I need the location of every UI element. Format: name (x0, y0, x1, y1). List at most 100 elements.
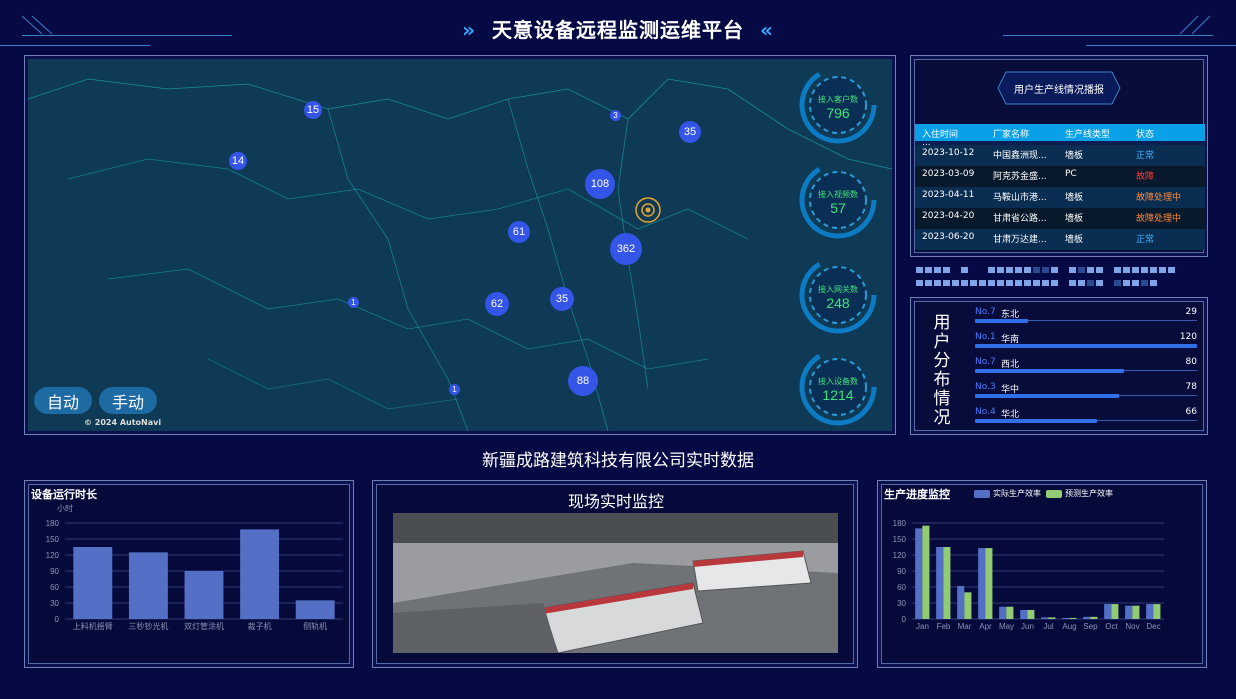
table-row[interactable]: 2023-04-20 甘肃省公路... 墙板 故障处理中 (915, 208, 1205, 229)
map-cluster[interactable]: 61 (508, 221, 530, 243)
rank-label: No.1 (975, 332, 996, 342)
x-tick-label: Sep (1083, 622, 1098, 631)
y-tick-label: 180 (893, 519, 907, 528)
header-deco-left-2 (0, 45, 150, 46)
progress-bar (975, 394, 1120, 398)
pixel-block (1024, 267, 1031, 273)
progress-bar (975, 419, 1098, 423)
bar (922, 525, 930, 619)
pixel-block (916, 267, 923, 273)
table-row[interactable]: 2023-06-20 甘肃万达建... 墙板 正常 (915, 229, 1205, 250)
bar (936, 547, 944, 619)
map-borders (28, 78, 892, 431)
map-cluster[interactable]: 3 (610, 110, 621, 121)
map-copyright: © 2024 AutoNavi (84, 418, 162, 427)
progress-bar (975, 319, 1029, 323)
pixel-block (1150, 280, 1157, 286)
col-type: 生产线类型 (1065, 130, 1111, 140)
pixel-block (1168, 267, 1175, 273)
y-tick-label: 90 (897, 567, 906, 576)
pixel-block (952, 280, 959, 286)
region-value: 29 (1185, 307, 1197, 317)
live-video[interactable] (393, 513, 838, 653)
y-tick-label: 150 (893, 535, 907, 544)
bar (1041, 617, 1049, 619)
x-tick-label: Aug (1062, 622, 1076, 631)
bar (1069, 617, 1077, 619)
pixel-block (1141, 280, 1148, 286)
pixel-block (1006, 280, 1013, 286)
map-cluster[interactable]: 108 (585, 169, 615, 199)
distribution-title: 用户分布情况 (933, 313, 951, 428)
map-cluster[interactable]: 1 (449, 384, 460, 395)
production-bar-chart: 0 30 60 90 120 150 180 Jan Feb Mar Apr May Jun Jul Aug… (893, 519, 1164, 631)
row-date: 2023-04-20 (922, 211, 975, 221)
x-tick-label: Nov (1125, 622, 1139, 631)
map-cluster[interactable]: 1 (348, 297, 359, 308)
col-vendor: 厂家名称 (993, 130, 1030, 140)
map-cluster[interactable]: 15 (304, 101, 322, 119)
row-status: 正常 (1136, 151, 1155, 161)
map-cluster[interactable]: 35 (679, 121, 701, 143)
col-status: 状态 (1136, 130, 1155, 140)
row-type: 墙板 (1065, 193, 1084, 203)
pixel-block (1051, 267, 1058, 273)
bar (1083, 616, 1091, 619)
chevron-right-icon: » (462, 18, 476, 42)
auto-button[interactable]: 自动 (34, 387, 92, 414)
dashboard: » 天意设备远程监测运维平台 « 15 3 35 14 108 61 362 1 6… (0, 0, 1236, 699)
region-value: 78 (1185, 382, 1197, 392)
list-item: No.7 东北 29 (975, 307, 1197, 332)
x-tick-label: Apr (979, 622, 992, 631)
y-tick-label: 30 (897, 599, 906, 608)
x-tick-label: 双灯管涂机 (184, 621, 224, 631)
region-value: 66 (1185, 407, 1197, 417)
pixel-block (1132, 280, 1139, 286)
map-cluster[interactable]: 62 (485, 292, 509, 316)
table-row[interactable]: 2023-10-12 中国鑫洲现... 墙板 正常 (915, 145, 1205, 166)
row-vendor: 马鞍山市港... (993, 193, 1047, 203)
y-tick-label: 120 (893, 551, 907, 560)
pixel-block (1096, 267, 1103, 273)
pixel-block (1087, 280, 1094, 286)
bar (1153, 604, 1161, 619)
pixel-block (1042, 280, 1049, 286)
map-cluster[interactable]: 35 (550, 287, 574, 311)
bar (73, 547, 113, 619)
row-vendor: 甘肃万达建... (993, 235, 1047, 245)
rank-label: No.3 (975, 382, 996, 392)
manual-button[interactable]: 手动 (99, 387, 157, 414)
pixel-block (997, 267, 1004, 273)
bar (1090, 616, 1098, 619)
pixel-block (961, 280, 968, 286)
list-item: No.7 西北 80 (975, 357, 1197, 382)
user-distribution-panel: 用户分布情况 No.7 东北 29 No.1 华南 120 No.7 西北 80… (910, 297, 1208, 435)
table-row[interactable]: 2023-03-09 阿克苏金盛... PC 故障 (915, 166, 1205, 187)
y-tick-label: 0 (902, 615, 907, 624)
map-cluster[interactable]: 88 (568, 366, 598, 396)
x-tick-label: Oct (1105, 622, 1118, 631)
china-map[interactable]: 15 3 35 14 108 61 362 1 62 35 88 1 自动 手动… (28, 59, 892, 431)
production-report-panel: 用户生产线情况播报 入住时间 厂家名称 生产线类型 状态 ... 2023-10… (910, 55, 1208, 257)
pixel-block (1132, 267, 1139, 273)
pixel-block (970, 267, 977, 273)
pixel-block (979, 267, 986, 273)
gauge-value: 57 (830, 200, 846, 216)
bar (1125, 605, 1133, 619)
map-cluster[interactable]: 362 (610, 233, 642, 265)
list-item: No.3 华中 78 (975, 382, 1197, 407)
gauge-label: 接入客户数 (818, 95, 858, 104)
map-cluster[interactable]: 14 (229, 152, 247, 170)
video-frame (393, 513, 838, 653)
y-tick-label: 90 (50, 567, 59, 576)
list-item: No.1 华南 120 (975, 332, 1197, 357)
report-title: 用户生产线情况播报 (1014, 84, 1104, 96)
pixel-block (1006, 267, 1013, 273)
col-date: 入住时间 (922, 130, 959, 140)
report-table-body[interactable]: ... 2023-10-12 中国鑫洲现... 墙板 正常 2023-03-09… (911, 141, 1209, 254)
pixel-block (1123, 280, 1130, 286)
table-row[interactable]: 2023-04-11 马鞍山市港... 墙板 故障处理中 (915, 187, 1205, 208)
pixel-block (1078, 267, 1085, 273)
bar (1132, 605, 1140, 619)
pixel-block (1015, 267, 1022, 273)
